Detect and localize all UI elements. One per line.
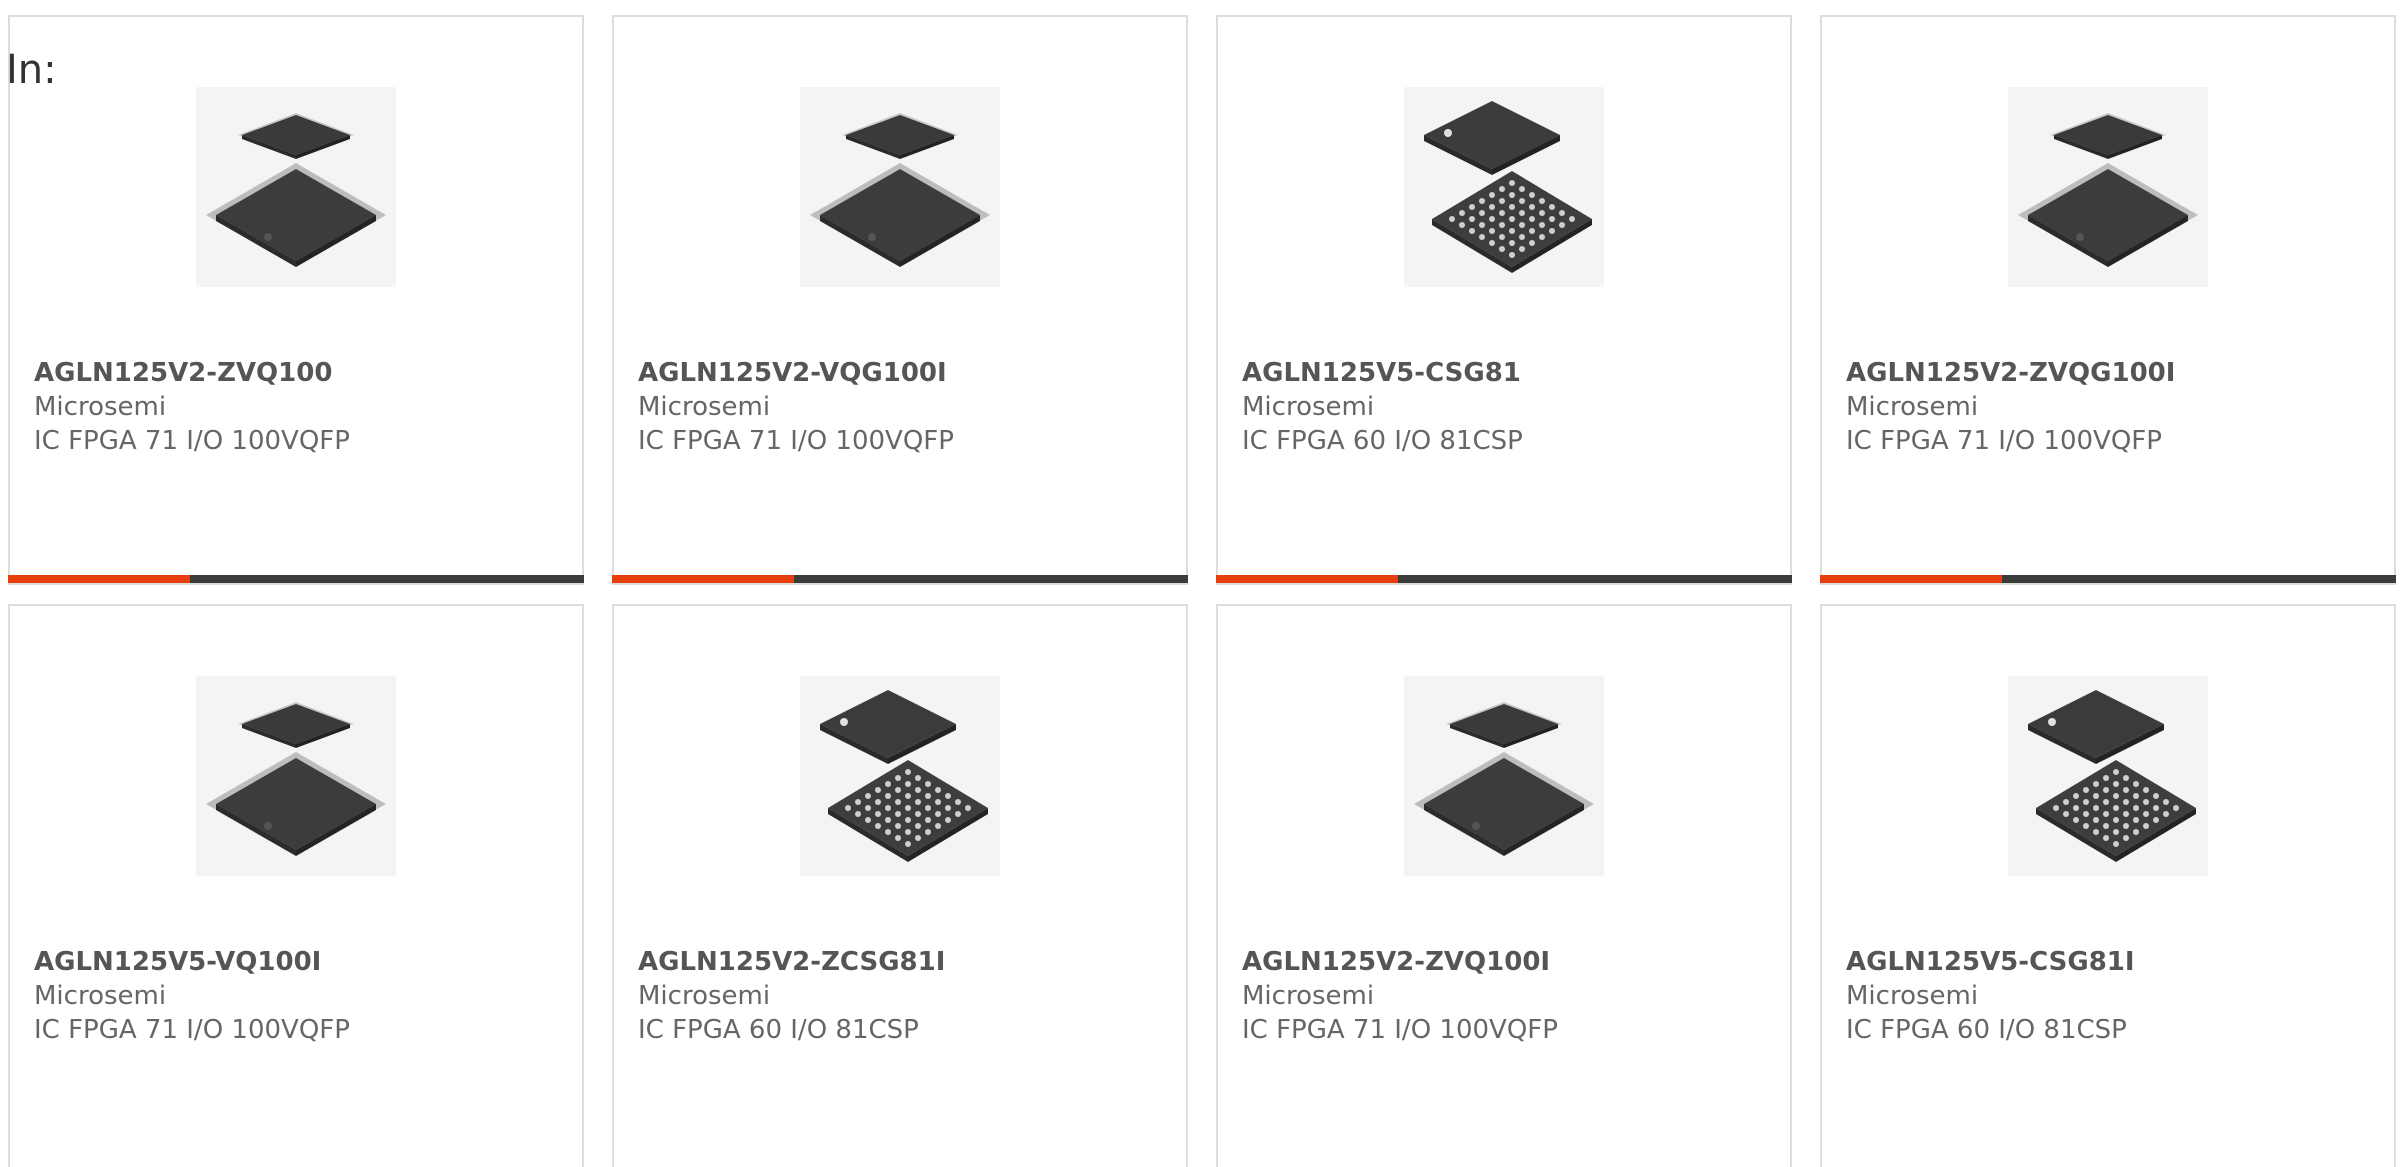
part-number-link[interactable]: AGLN125V5-CSG81I [1846,945,2384,979]
product-info: AGLN125V5-VQ100I Microsemi IC FPGA 71 I/… [34,945,572,1047]
part-number-link[interactable]: AGLN125V2-ZVQ100 [34,356,572,390]
card-bar-accent [8,575,190,583]
description: IC FPGA 71 I/O 100VQFP [34,426,350,456]
product-card[interactable]: AGLN125V2-ZCSG81I Microsemi IC FPGA 60 I… [612,604,1188,1167]
part-number-link[interactable]: AGLN125V2-VQG100I [638,356,1176,390]
card-bottom-bar [1216,575,1792,583]
bga-chip-icon[interactable] [2008,676,2208,876]
product-card[interactable]: AGLN125V2-ZVQG100I Microsemi IC FPGA 71 … [1820,15,2396,585]
product-card[interactable]: AGLN125V2-ZVQ100I Microsemi IC FPGA 71 I… [1216,604,1792,1167]
product-info: AGLN125V2-ZVQG100I Microsemi IC FPGA 71 … [1846,356,2384,458]
description: IC FPGA 60 I/O 81CSP [638,1015,919,1045]
description: IC FPGA 71 I/O 100VQFP [638,426,954,456]
description: IC FPGA 71 I/O 100VQFP [1846,426,2162,456]
product-card[interactable]: AGLN125V2-VQG100I Microsemi IC FPGA 71 I… [612,15,1188,585]
manufacturer: Microsemi [1846,392,1979,422]
description: IC FPGA 71 I/O 100VQFP [1242,1015,1558,1045]
card-bottom-bar [8,575,584,583]
description: IC FPGA 71 I/O 100VQFP [34,1015,350,1045]
product-info: AGLN125V5-CSG81 Microsemi IC FPGA 60 I/O… [1242,356,1780,458]
part-number-link[interactable]: AGLN125V2-ZCSG81I [638,945,1176,979]
manufacturer: Microsemi [34,981,167,1011]
description: IC FPGA 60 I/O 81CSP [1242,426,1523,456]
part-number-link[interactable]: AGLN125V5-VQ100I [34,945,572,979]
manufacturer: Microsemi [1242,392,1375,422]
card-bar-accent [1820,575,2002,583]
card-bar-accent [612,575,794,583]
product-info: AGLN125V2-VQG100I Microsemi IC FPGA 71 I… [638,356,1176,458]
vqfp-chip-icon[interactable] [2008,87,2208,287]
product-info: AGLN125V2-ZVQ100I Microsemi IC FPGA 71 I… [1242,945,1780,1047]
vqfp-chip-icon[interactable] [800,87,1000,287]
card-bottom-bar [1820,575,2396,583]
part-number-link[interactable]: AGLN125V5-CSG81 [1242,356,1780,390]
bga-chip-icon[interactable] [800,676,1000,876]
part-number-link[interactable]: AGLN125V2-ZVQ100I [1242,945,1780,979]
product-grid: AGLN125V2-ZVQ100 Microsemi IC FPGA 71 I/… [8,15,2400,1167]
card-bottom-bar [612,575,1188,583]
product-card[interactable]: AGLN125V5-CSG81 Microsemi IC FPGA 60 I/O… [1216,15,1792,585]
vqfp-chip-icon[interactable] [1404,676,1604,876]
description: IC FPGA 60 I/O 81CSP [1846,1015,2127,1045]
manufacturer: Microsemi [1846,981,1979,1011]
product-card[interactable]: AGLN125V5-CSG81I Microsemi IC FPGA 60 I/… [1820,604,2396,1167]
vqfp-chip-icon[interactable] [196,676,396,876]
manufacturer: Microsemi [34,392,167,422]
product-info: AGLN125V5-CSG81I Microsemi IC FPGA 60 I/… [1846,945,2384,1047]
in-label: In: [6,47,57,93]
vqfp-chip-icon[interactable] [196,87,396,287]
product-card[interactable]: AGLN125V5-VQ100I Microsemi IC FPGA 71 I/… [8,604,584,1167]
bga-chip-icon[interactable] [1404,87,1604,287]
product-info: AGLN125V2-ZVQ100 Microsemi IC FPGA 71 I/… [34,356,572,458]
part-number-link[interactable]: AGLN125V2-ZVQG100I [1846,356,2384,390]
product-card[interactable]: AGLN125V2-ZVQ100 Microsemi IC FPGA 71 I/… [8,15,584,585]
manufacturer: Microsemi [638,392,771,422]
manufacturer: Microsemi [638,981,771,1011]
card-bar-accent [1216,575,1398,583]
product-info: AGLN125V2-ZCSG81I Microsemi IC FPGA 60 I… [638,945,1176,1047]
manufacturer: Microsemi [1242,981,1375,1011]
